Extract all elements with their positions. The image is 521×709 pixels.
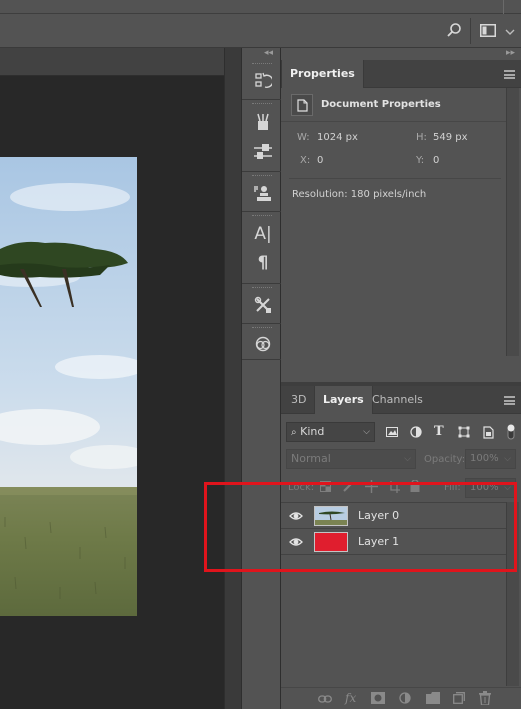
history-icon[interactable] — [252, 70, 274, 92]
lock-label: Lock: — [288, 482, 315, 493]
filter-toggle-icon[interactable] — [507, 423, 515, 440]
fx-icon[interactable]: fx — [345, 691, 356, 705]
width-value[interactable]: 1024 px — [317, 132, 358, 143]
properties-tab-bar: Properties — [281, 60, 521, 88]
layer-row-layer-0[interactable]: Layer 0 — [281, 503, 506, 529]
opacity-value: 100% — [470, 453, 499, 464]
document-icon — [291, 94, 313, 116]
lock-pixels-icon[interactable] — [343, 481, 354, 495]
chevron-down-icon: ⌵ — [504, 483, 511, 493]
filter-kind-select[interactable]: ⌕ Kind ⌵ — [286, 422, 375, 442]
clone-source-icon[interactable] — [252, 182, 274, 204]
right-panels: ▸▸ Properties Document Properties W: 102… — [281, 48, 521, 709]
search-icon: ⌕ — [291, 427, 297, 438]
x-label: X: — [300, 155, 311, 166]
options-bar — [0, 14, 521, 48]
fill-field[interactable]: 100% ⌵ — [465, 478, 516, 498]
chevron-down-icon: ⌵ — [404, 454, 411, 464]
type-filter-icon[interactable]: T — [434, 424, 444, 439]
layer-name[interactable]: Layer 1 — [358, 535, 399, 548]
layers-tab-bar: 3D Layers Channels — [281, 386, 521, 414]
brush-settings-icon[interactable] — [252, 141, 274, 163]
lock-transparent-icon[interactable] — [320, 481, 331, 495]
mask-icon[interactable] — [371, 692, 385, 707]
document-properties-title: Document Properties — [321, 99, 441, 110]
new-layer-icon[interactable] — [453, 692, 465, 707]
chevron-down-icon: ⌵ — [504, 454, 511, 464]
top-strip — [0, 0, 521, 14]
properties-scrollbar[interactable] — [506, 88, 519, 356]
document-tab-bar — [0, 48, 241, 76]
layer-thumbnail — [314, 532, 348, 552]
collapse-icons-button[interactable]: ◂◂ — [264, 48, 273, 58]
lock-artboard-icon[interactable] — [388, 481, 400, 496]
fill-label: Fill: — [444, 482, 461, 493]
search-icon[interactable] — [446, 22, 462, 38]
blend-mode-select[interactable]: Normal ⌵ — [286, 449, 416, 469]
visibility-eye-icon[interactable] — [289, 535, 303, 549]
document-image[interactable] — [0, 157, 137, 616]
layers-scrollbar[interactable] — [506, 502, 519, 686]
character-icon[interactable]: A| — [252, 223, 274, 245]
x-value[interactable]: 0 — [317, 155, 323, 166]
opacity-label: Opacity: — [424, 454, 466, 465]
height-value[interactable]: 549 px — [433, 132, 468, 143]
libraries-icon[interactable] — [252, 333, 274, 355]
adjustment-filter-icon[interactable] — [410, 426, 422, 441]
y-value[interactable]: 0 — [433, 155, 439, 166]
layers-bottom-bar: fx — [281, 687, 521, 709]
document-properties-header: Document Properties — [281, 88, 506, 122]
visibility-eye-icon[interactable] — [289, 509, 303, 523]
blend-mode-value: Normal — [291, 452, 331, 465]
layers-list: Layer 0 Layer 1 — [281, 502, 506, 686]
shape-filter-icon[interactable] — [458, 426, 470, 441]
properties-menu-icon[interactable] — [504, 70, 515, 79]
layer-row-layer-1[interactable]: Layer 1 — [281, 529, 506, 555]
paragraph-icon[interactable]: ¶ — [252, 252, 274, 274]
chevron-down-icon[interactable] — [505, 26, 515, 35]
lock-all-icon[interactable] — [410, 479, 420, 495]
group-icon[interactable] — [426, 692, 440, 707]
workspace-icon[interactable] — [480, 24, 496, 37]
tab-3d[interactable]: 3D — [283, 386, 314, 414]
tab-properties[interactable]: Properties — [281, 60, 364, 88]
width-label: W: — [297, 132, 310, 143]
divider — [289, 178, 501, 179]
panel-icon-strip: ◂◂ A| ¶ — [241, 48, 282, 709]
link-icon[interactable] — [318, 693, 332, 707]
smart-object-filter-icon[interactable] — [483, 426, 494, 442]
adjustment-icon[interactable] — [399, 692, 411, 707]
lock-position-icon[interactable] — [365, 480, 378, 496]
layer-name[interactable]: Layer 0 — [358, 509, 399, 522]
image-filter-icon[interactable] — [386, 427, 398, 440]
tab-channels[interactable]: Channels — [364, 386, 431, 414]
height-label: H: — [416, 132, 427, 143]
fill-value: 100% — [470, 482, 499, 493]
collapse-panels-button[interactable]: ▸▸ — [506, 48, 515, 58]
brush-presets-icon[interactable] — [252, 111, 274, 133]
layers-menu-icon[interactable] — [504, 396, 515, 405]
filter-kind-value: Kind — [300, 425, 325, 438]
canvas-scrollbar[interactable] — [224, 48, 241, 709]
layer-thumbnail — [314, 506, 348, 526]
trash-icon[interactable] — [479, 691, 491, 708]
chevron-down-icon: ⌵ — [363, 427, 370, 437]
opacity-field[interactable]: 100% ⌵ — [465, 449, 516, 469]
tool-presets-icon[interactable] — [252, 294, 274, 316]
y-label: Y: — [416, 155, 425, 166]
resolution-text: Resolution: 180 pixels/inch — [292, 189, 427, 200]
